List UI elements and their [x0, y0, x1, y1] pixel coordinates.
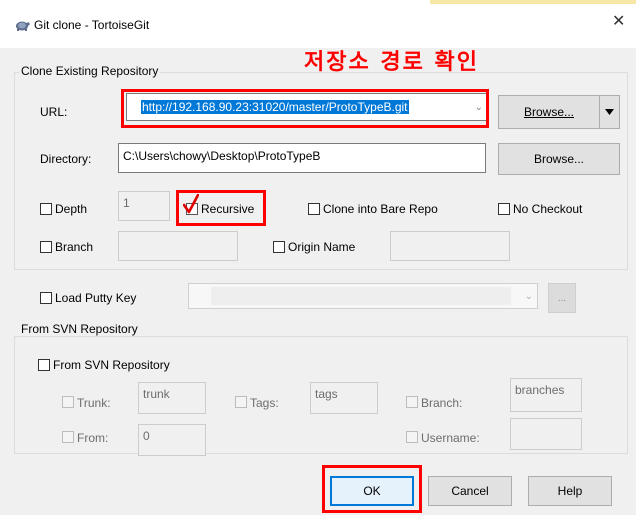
help-label: Help: [557, 484, 583, 498]
putty-key-label: Load Putty Key: [55, 291, 137, 305]
from-svn-checkbox[interactable]: [38, 359, 50, 371]
url-browse-label: Browse...: [523, 105, 574, 119]
top-strip-accent: [430, 0, 636, 4]
tortoisegit-icon: [16, 21, 30, 31]
putty-key-combobox[interactable]: ⌄: [188, 283, 538, 309]
bare-repo-label: Clone into Bare Repo: [323, 202, 438, 216]
from-rev-checkbox[interactable]: [62, 431, 74, 443]
trunk-label: Trunk:: [77, 396, 111, 410]
origin-name-input[interactable]: [390, 231, 510, 261]
tags-value: tags: [315, 387, 338, 401]
bare-repo-checkbox[interactable]: [308, 203, 320, 215]
svn-branch-value: branches: [515, 383, 565, 397]
directory-browse-button[interactable]: Browse...: [498, 143, 620, 175]
tags-label: Tags:: [250, 396, 279, 410]
putty-key-combobox-inner: [211, 287, 511, 305]
url-highlight-box: [121, 89, 489, 128]
svn-branch-input[interactable]: branches: [510, 378, 582, 412]
branch-input[interactable]: [118, 231, 238, 261]
putty-key-browse-button[interactable]: ...: [548, 283, 576, 313]
origin-name-label: Origin Name: [288, 240, 356, 254]
from-rev-input[interactable]: 0: [138, 424, 206, 456]
depth-value: 1: [123, 196, 130, 210]
directory-browse-label: Browse...: [533, 152, 584, 166]
url-label: URL:: [40, 105, 68, 119]
url-browse-dropdown[interactable]: [599, 95, 620, 129]
depth-input[interactable]: 1: [118, 191, 170, 221]
url-browse-button[interactable]: Browse...: [498, 95, 600, 129]
putty-key-browse-label: ...: [557, 292, 567, 304]
svn-branch-checkbox[interactable]: [406, 396, 418, 408]
cancel-label: Cancel: [451, 484, 489, 498]
origin-name-checkbox[interactable]: [273, 241, 285, 253]
trunk-checkbox[interactable]: [62, 396, 74, 408]
branch-checkbox[interactable]: [40, 241, 52, 253]
directory-value: C:\Users\chowy\Desktop\ProtoTypeB: [123, 149, 321, 163]
username-input[interactable]: [510, 418, 582, 450]
tags-checkbox[interactable]: [235, 396, 247, 408]
tags-input[interactable]: tags: [310, 382, 378, 414]
from-rev-label: From:: [77, 431, 109, 445]
directory-label: Directory:: [40, 152, 92, 166]
username-label: Username:: [421, 431, 480, 445]
depth-label: Depth: [55, 202, 88, 216]
branch-label: Branch: [55, 240, 94, 254]
svn-group-label: From SVN Repository: [19, 322, 140, 336]
chevron-down-icon[interactable]: ⌄: [525, 291, 533, 302]
help-button[interactable]: Help: [528, 476, 612, 506]
recursive-highlight-box: [176, 190, 266, 226]
close-icon[interactable]: ✕: [612, 14, 625, 30]
directory-input[interactable]: C:\Users\chowy\Desktop\ProtoTypeB: [118, 143, 486, 173]
username-checkbox[interactable]: [406, 431, 418, 443]
from-rev-value: 0: [143, 429, 150, 443]
cancel-button[interactable]: Cancel: [428, 476, 512, 506]
trunk-input[interactable]: trunk: [138, 382, 206, 414]
from-svn-label: From SVN Repository: [53, 358, 170, 372]
svn-branch-label: Branch:: [421, 396, 463, 410]
putty-key-checkbox[interactable]: [40, 292, 52, 304]
trunk-value: trunk: [143, 387, 170, 401]
no-checkout-label: No Checkout: [513, 202, 583, 216]
ok-highlight-box: [322, 465, 422, 513]
depth-checkbox[interactable]: [40, 203, 52, 215]
window-title: Git clone - TortoiseGit: [34, 18, 150, 32]
clone-group-label: Clone Existing Repository: [19, 64, 161, 78]
triangle-down-icon: [605, 109, 614, 115]
no-checkout-checkbox[interactable]: [498, 203, 510, 215]
